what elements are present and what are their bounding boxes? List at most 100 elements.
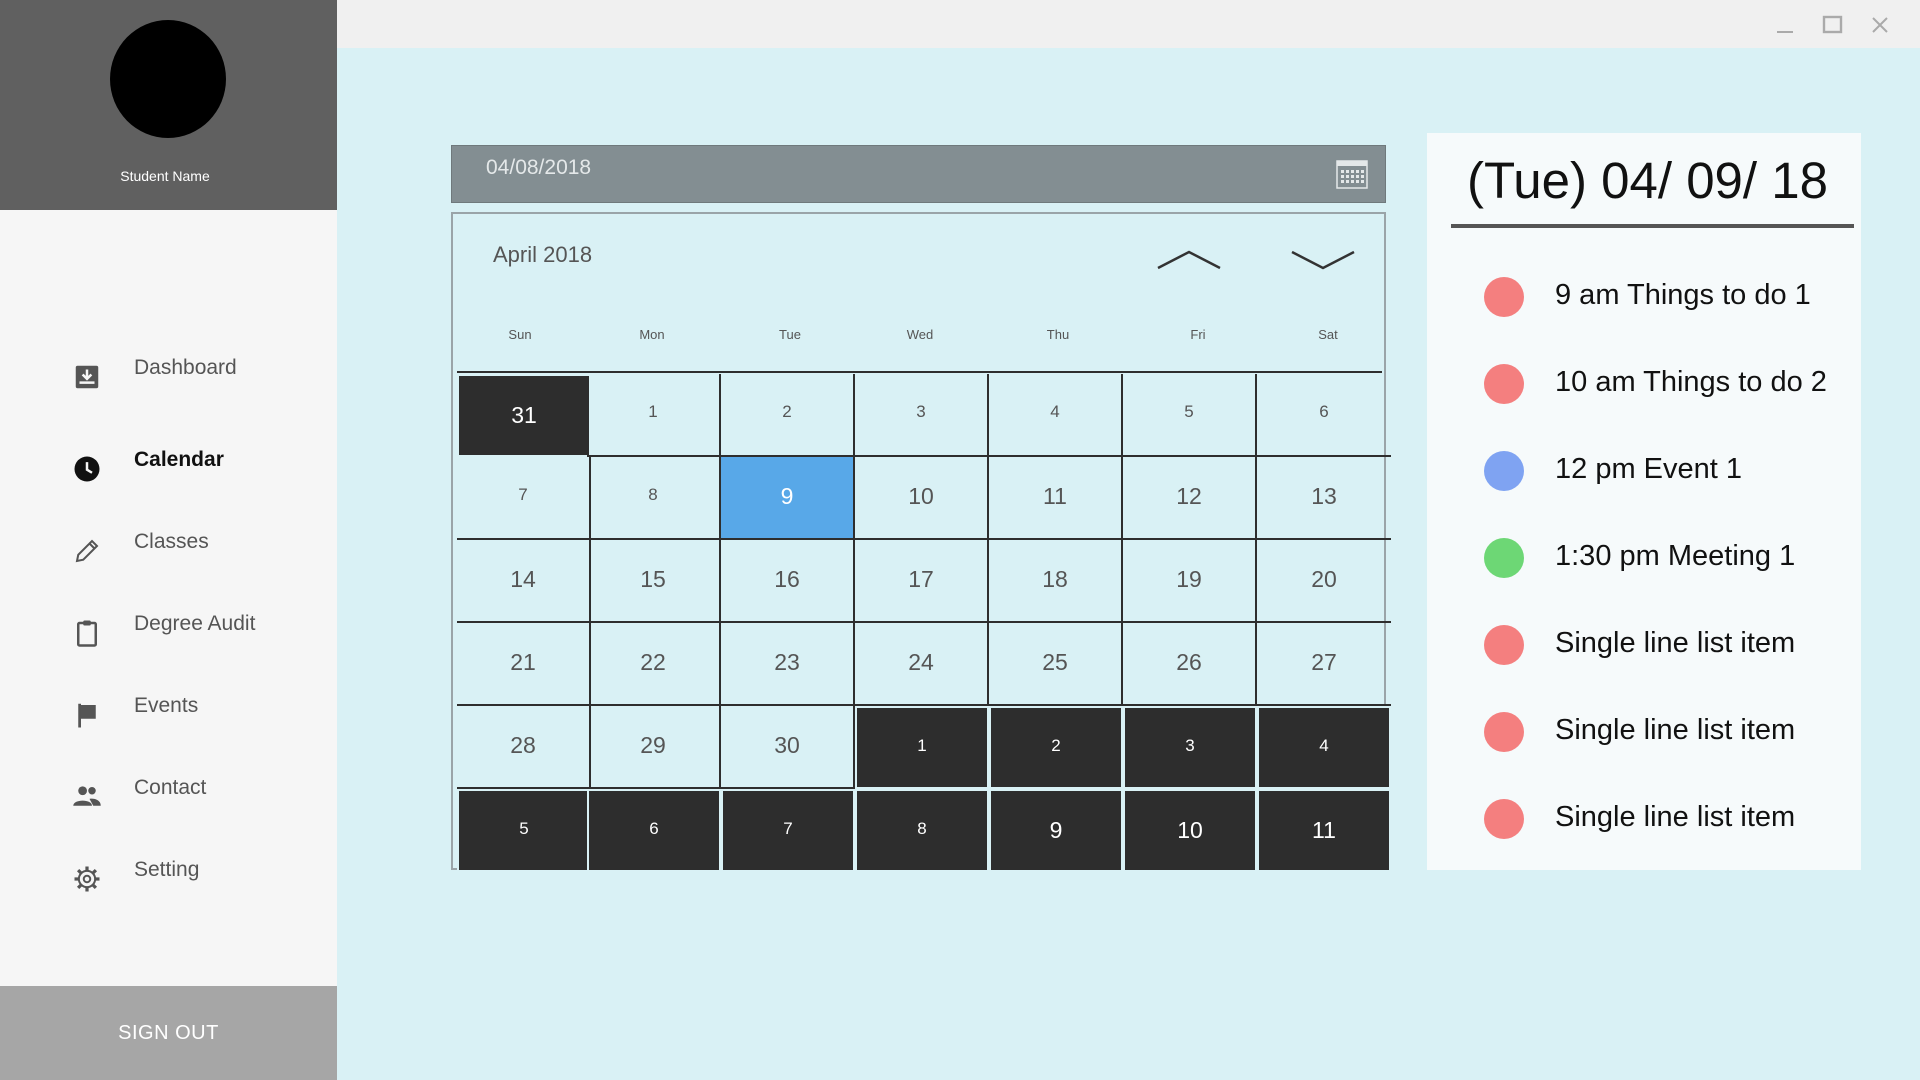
calendar-day[interactable]: 6 — [587, 789, 721, 872]
calendar-day-number: 3 — [1185, 736, 1195, 755]
calendar-day[interactable]: 14 — [457, 540, 591, 623]
agenda-divider — [1451, 224, 1854, 228]
calendar-day[interactable]: 27 — [1257, 623, 1391, 706]
calendar-day[interactable]: 2 — [989, 706, 1123, 789]
download-box-icon — [75, 365, 99, 389]
minimize-icon[interactable] — [1770, 10, 1800, 40]
agenda-item-text: 12 pm Event 1 — [1555, 453, 1742, 485]
calendar-day[interactable]: 1 — [855, 706, 989, 789]
calendar-icon[interactable] — [1335, 158, 1369, 190]
day-of-week-label: Thu — [1046, 327, 1070, 342]
calendar-day[interactable]: 30 — [721, 706, 855, 789]
calendar-day-number: 15 — [640, 566, 666, 592]
calendar-day[interactable]: 21 — [457, 623, 591, 706]
calendar-day[interactable]: 31 — [457, 374, 591, 457]
agenda-item[interactable]: 1:30 pm Meeting 1 — [1427, 526, 1861, 586]
agenda-item[interactable]: 9 am Things to do 1 — [1427, 265, 1861, 325]
sidebar-item-label: Dashboard — [134, 356, 237, 379]
chevron-down-icon[interactable] — [1290, 244, 1356, 274]
calendar-day-number: 9 — [780, 483, 794, 509]
sidebar-item-label: Setting — [134, 858, 200, 881]
calendar-day[interactable]: 22 — [587, 623, 721, 706]
calendar-day[interactable]: 17 — [855, 540, 989, 623]
calendar-day[interactable]: 8 — [587, 457, 721, 540]
sidebar-item-events[interactable]: Events — [0, 678, 337, 738]
calendar-day[interactable]: 13 — [1257, 457, 1391, 540]
maximize-icon[interactable] — [1817, 10, 1847, 40]
sidebar-item-calendar[interactable]: Calendar — [0, 432, 337, 492]
sidebar-item-setting[interactable]: Setting — [0, 842, 337, 902]
calendar-day[interactable]: 3 — [1123, 706, 1257, 789]
status-dot — [1484, 712, 1524, 752]
calendar-grid-rule — [457, 371, 1382, 373]
calendar-day-number: 5 — [519, 819, 529, 838]
calendar-day[interactable]: 9 — [989, 789, 1123, 872]
calendar-day-number: 2 — [1051, 736, 1061, 755]
month-calendar: April 2018 Sun Mon Tue Wed Thu Fri Sat 3… — [451, 212, 1391, 872]
sidebar-item-classes[interactable]: Classes — [0, 514, 337, 574]
calendar-day[interactable]: 5 — [457, 789, 591, 872]
calendar-day[interactable]: 10 — [855, 457, 989, 540]
calendar-day[interactable]: 29 — [587, 706, 721, 789]
calendar-day[interactable]: 2 — [721, 374, 855, 457]
calendar-day[interactable]: 1 — [587, 374, 721, 457]
calendar-day[interactable]: 11 — [989, 457, 1123, 540]
calendar-day-number: 21 — [510, 649, 536, 675]
calendar-day-number: 11 — [1043, 483, 1067, 509]
calendar-day-number: 8 — [917, 819, 927, 838]
calendar-day[interactable]: 20 — [1257, 540, 1391, 623]
sidebar-item-contact[interactable]: Contact — [0, 760, 337, 820]
sidebar-item-degree-audit[interactable]: Degree Audit — [0, 596, 337, 656]
calendar-day[interactable]: 16 — [721, 540, 855, 623]
status-dot — [1484, 364, 1524, 404]
sign-out-button[interactable]: SIGN OUT — [0, 986, 337, 1080]
calendar-day[interactable]: 4 — [989, 374, 1123, 457]
status-dot — [1484, 451, 1524, 491]
calendar-day[interactable]: 8 — [855, 789, 989, 872]
agenda-item[interactable]: 12 pm Event 1 — [1427, 439, 1861, 499]
calendar-day[interactable]: 7 — [457, 457, 591, 540]
calendar-day-number: 23 — [774, 649, 800, 675]
calendar-day[interactable]: 5 — [1123, 374, 1257, 457]
day-of-week-label: Mon — [639, 327, 665, 342]
calendar-day[interactable]: 15 — [587, 540, 721, 623]
calendar-day-number: 28 — [510, 732, 536, 758]
calendar-day[interactable]: 4 — [1257, 706, 1391, 789]
agenda-item[interactable]: Single line list item — [1427, 613, 1861, 673]
agenda-item[interactable]: Single line list item — [1427, 787, 1861, 847]
calendar-day-number: 11 — [1312, 817, 1336, 843]
calendar-day-number: 4 — [1319, 736, 1329, 755]
calendar-day[interactable]: 9 — [721, 457, 855, 540]
sidebar-item-label: Classes — [134, 530, 209, 553]
date-input-value: 04/08/2018 — [486, 156, 592, 179]
agenda-item[interactable]: 10 am Things to do 2 — [1427, 352, 1861, 412]
sidebar-item-label: Degree Audit — [134, 612, 256, 635]
date-input[interactable]: 04/08/2018 — [451, 145, 1386, 203]
avatar[interactable] — [110, 20, 226, 138]
sidebar-item-dashboard[interactable]: Dashboard — [0, 340, 337, 400]
agenda-date-title: (Tue) 04/ 09/ 18 — [1467, 152, 1828, 209]
calendar-day[interactable]: 12 — [1123, 457, 1257, 540]
calendar-day[interactable]: 18 — [989, 540, 1123, 623]
calendar-day-number: 6 — [649, 819, 659, 838]
calendar-day[interactable]: 6 — [1257, 374, 1391, 457]
calendar-day[interactable]: 24 — [855, 623, 989, 706]
agenda-item[interactable]: Single line list item — [1427, 700, 1861, 760]
calendar-day[interactable]: 23 — [721, 623, 855, 706]
calendar-day-number: 5 — [1184, 402, 1194, 421]
calendar-day[interactable]: 28 — [457, 706, 591, 789]
sidebar-item-label: Contact — [134, 776, 207, 799]
calendar-day[interactable]: 7 — [721, 789, 855, 872]
calendar-day[interactable]: 3 — [855, 374, 989, 457]
calendar-day[interactable]: 26 — [1123, 623, 1257, 706]
calendar-day[interactable]: 25 — [989, 623, 1123, 706]
calendar-day-number: 9 — [1049, 817, 1063, 843]
close-icon[interactable] — [1865, 10, 1895, 40]
agenda-item-text: Single line list item — [1555, 714, 1796, 746]
calendar-day-number: 31 — [511, 402, 537, 428]
chevron-up-icon[interactable] — [1156, 244, 1222, 274]
calendar-day[interactable]: 10 — [1123, 789, 1257, 872]
calendar-day[interactable]: 19 — [1123, 540, 1257, 623]
clock-icon — [74, 456, 100, 482]
calendar-day[interactable]: 11 — [1257, 789, 1391, 872]
